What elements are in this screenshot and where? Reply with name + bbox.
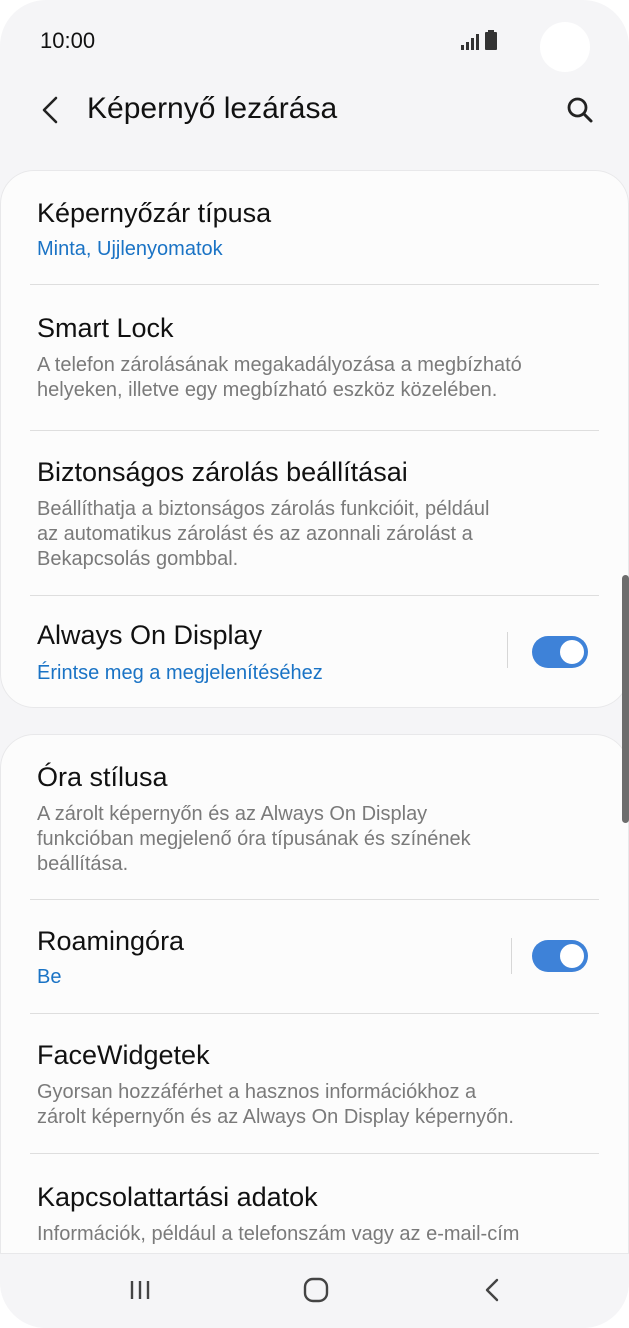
setting-title: Biztonságos zárolás beállításai: [37, 457, 408, 487]
search-icon: [567, 97, 593, 123]
setting-description: A telefon zárolásának megakadályozása a …: [37, 354, 522, 401]
status-icons: [461, 30, 497, 50]
settings-card-lock: Képernyőzár típusa Minta, Ujjlenyomatok …: [0, 170, 629, 708]
toggle-knob: [558, 942, 586, 970]
back-button[interactable]: [30, 90, 70, 130]
navigation-bar: [0, 1254, 629, 1328]
app-bar: Képernyő lezárása: [0, 80, 629, 140]
setting-subtitle: Minta, Ujjlenyomatok: [37, 238, 223, 260]
setting-title: Roamingóra: [37, 926, 185, 956]
setting-description: Gyorsan hozzáférhet a hasznos információ…: [37, 1081, 514, 1128]
setting-description: A zárolt képernyőn és az Always On Displ…: [37, 803, 471, 875]
search-button[interactable]: [560, 90, 600, 130]
signal-icon: [461, 34, 479, 50]
setting-contact-info[interactable]: Kapcsolattartási adatok Információk, pél…: [0, 1154, 629, 1254]
setting-title: Smart Lock: [37, 313, 174, 343]
setting-secure-lock[interactable]: Biztonságos zárolás beállításai Beállíth…: [0, 431, 629, 595]
setting-always-on-display[interactable]: Always On Display Érintse meg a megjelen…: [0, 596, 629, 708]
setting-subtitle: Be: [37, 966, 62, 988]
settings-card-clock: Óra stílusa A zárolt képernyőn és az Alw…: [0, 734, 629, 1254]
setting-facewidgets[interactable]: FaceWidgetek Gyorsan hozzáférhet a haszn…: [0, 1014, 629, 1153]
scrollbar-thumb[interactable]: [622, 575, 629, 823]
toggle-knob: [558, 638, 586, 666]
back-icon: [485, 1278, 499, 1302]
toggle-separator: [511, 938, 512, 974]
recent-apps-icon: [130, 1281, 150, 1299]
toggle-separator: [507, 632, 508, 668]
setting-roaming-clock[interactable]: Roamingóra Be: [0, 900, 629, 1013]
home-button[interactable]: [286, 1268, 346, 1312]
home-icon: [303, 1277, 329, 1303]
setting-description: Beállíthatja a biztonságos zárolás funkc…: [37, 498, 490, 570]
setting-clock-style[interactable]: Óra stílusa A zárolt képernyőn és az Alw…: [0, 734, 629, 899]
setting-title: FaceWidgetek: [37, 1040, 210, 1070]
always-on-display-toggle[interactable]: [532, 636, 588, 668]
roaming-clock-toggle[interactable]: [532, 940, 588, 972]
setting-title: Kapcsolattartási adatok: [37, 1182, 318, 1212]
camera-cutout: [540, 22, 590, 72]
status-time: 10:00: [40, 28, 96, 53]
page-title: Képernyő lezárása: [87, 92, 338, 125]
setting-screen-lock-type[interactable]: Képernyőzár típusa Minta, Ujjlenyomatok: [0, 170, 629, 284]
battery-icon: [485, 30, 497, 50]
setting-title: Óra stílusa: [37, 762, 168, 792]
setting-smart-lock[interactable]: Smart Lock A telefon zárolásának megakad…: [0, 285, 629, 430]
back-arrow-icon: [42, 96, 58, 124]
setting-description: Információk, például a telefonszám vagy …: [37, 1223, 520, 1245]
recent-apps-button[interactable]: [110, 1268, 170, 1312]
setting-title: Always On Display: [37, 620, 263, 650]
system-back-button[interactable]: [462, 1268, 522, 1312]
setting-subtitle: Érintse meg a megjelenítéséhez: [37, 662, 323, 684]
status-bar: 10:00: [0, 0, 629, 80]
setting-title: Képernyőzár típusa: [37, 198, 272, 228]
phone-screen: 10:00 Képernyő lezárása Képernyőzár típu…: [0, 0, 629, 1328]
